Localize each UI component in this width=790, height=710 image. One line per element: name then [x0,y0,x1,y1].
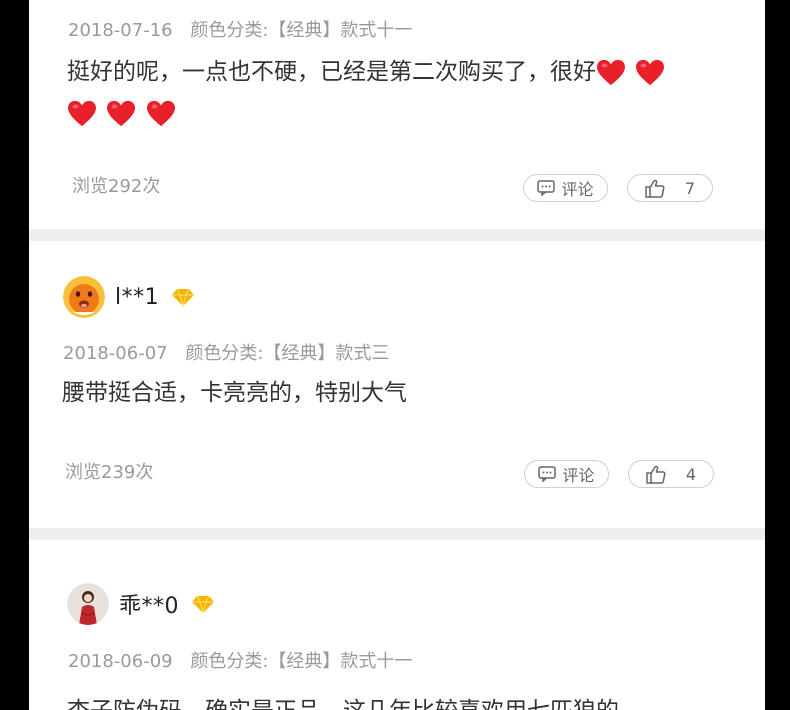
user-row: 乖**0 [67,583,215,625]
reviews-screen: 2018-07-16 颜色分类:【经典】款式十一 挺好的呢，一点也不硬，已经是第… [29,0,765,710]
thumbs-up-icon [646,465,666,484]
review-date: 2018-06-07 [63,343,168,364]
comment-icon [537,180,556,196]
review-card: l**1 2018-06-07 颜色分类:【经典】款式三 腰带挺合适，卡亮亮的，… [29,241,765,528]
comment-button[interactable]: 评论 [523,174,608,202]
comment-label: 评论 [562,466,595,485]
review-card: 乖**0 2018-06-09 颜色分类:【经典】款式十一 杏子防伪码，确实是正… [29,540,765,710]
avatar-image [63,276,105,318]
review-card: 2018-07-16 颜色分类:【经典】款式十一 挺好的呢，一点也不硬，已经是第… [29,0,765,229]
avatar[interactable] [63,276,105,318]
hearts-group [596,53,667,93]
review-variant: 颜色分类:【经典】款式三 [185,343,390,364]
diamond-vip-icon [172,288,195,307]
heart-icon [68,100,96,126]
view-count: 浏览239次 [65,462,154,483]
like-button[interactable]: 4 [628,460,714,488]
review-meta: 2018-07-16 颜色分类:【经典】款式十一 [68,16,412,42]
like-count: 7 [684,178,696,198]
thumbs-up-icon [645,179,665,198]
like-button[interactable]: 7 [627,174,713,202]
comment-icon [538,466,557,482]
user-row: l**1 [63,276,195,318]
hearts-group [67,93,178,133]
heart-icon [636,59,665,86]
view-count: 浏览292次 [72,176,161,197]
like-count: 4 [685,464,697,484]
review-text: 杏子防伪码，确实是正品，这几年比较喜欢用七匹狼的 [67,691,747,710]
review-variant: 颜色分类:【经典】款式十一 [190,20,413,41]
avatar[interactable] [67,583,109,625]
diamond-vip-icon [192,595,214,614]
comment-button[interactable]: 评论 [524,460,609,488]
comment-label: 评论 [561,180,594,199]
review-variant: 颜色分类:【经典】款式十一 [190,651,413,672]
review-text-body: 挺好的呢，一点也不硬，已经是第二次购买了，很好 [67,59,596,85]
heart-icon [597,59,625,86]
review-meta: 2018-06-09 颜色分类:【经典】款式十一 [68,647,412,673]
heart-icon [107,100,136,126]
avatar-image [67,583,109,625]
review-text: 挺好的呢，一点也不硬，已经是第二次购买了，很好 [67,52,747,133]
review-meta: 2018-06-07 颜色分类:【经典】款式三 [63,339,389,365]
review-date: 2018-06-09 [68,651,173,672]
username: l**1 [115,284,160,310]
review-date: 2018-07-16 [68,20,173,41]
heart-icon [146,100,175,126]
review-text: 腰带挺合适，卡亮亮的，特别大气 [62,380,407,406]
username: 乖**0 [119,594,179,619]
